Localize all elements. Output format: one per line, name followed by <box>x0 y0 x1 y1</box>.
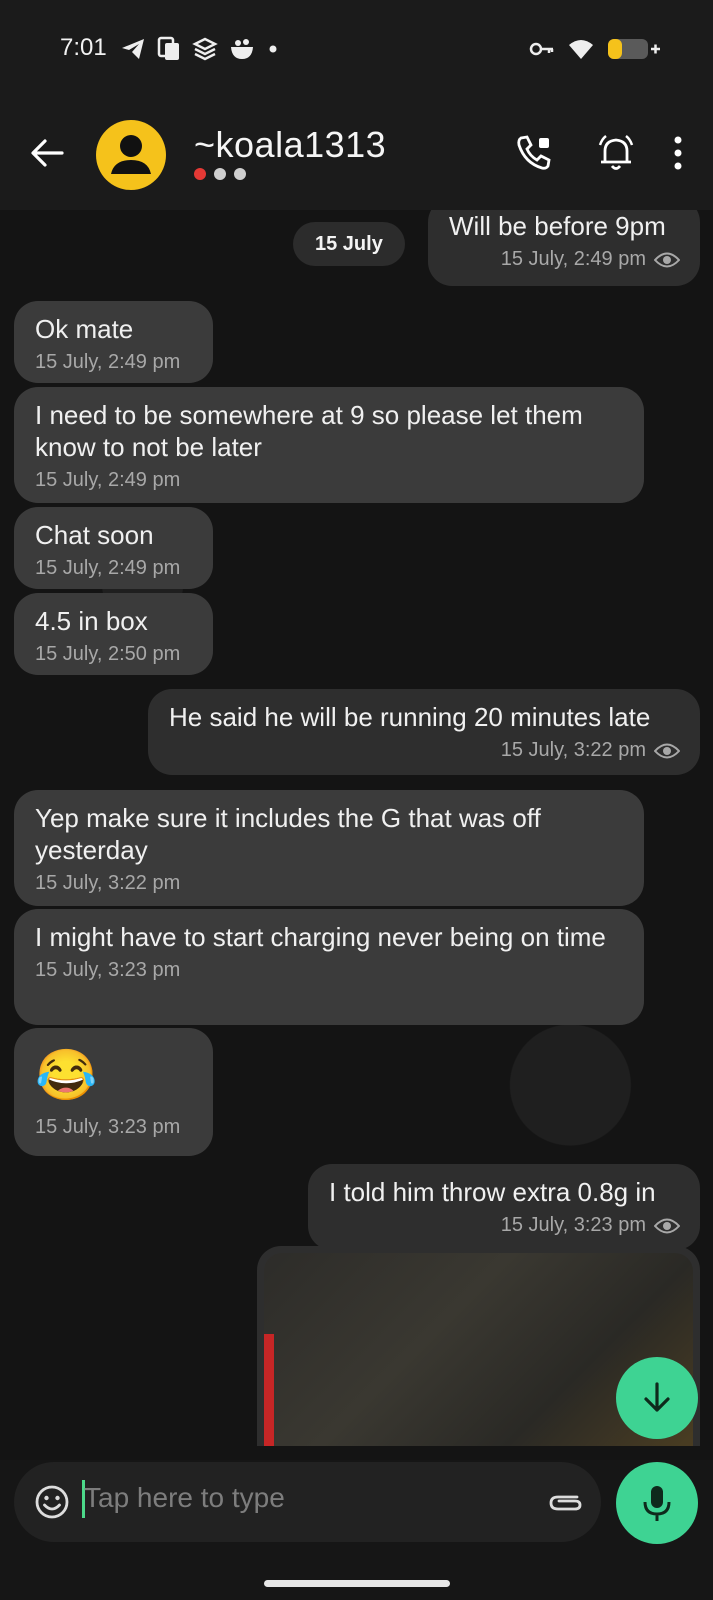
wifi-icon <box>569 40 593 59</box>
arrow-down-icon <box>644 1382 670 1412</box>
message-timestamp: 15 July, 2:49 pm <box>35 469 181 491</box>
attach-icon[interactable] <box>547 1488 585 1516</box>
message-text: Will be before 9pm <box>449 211 666 241</box>
seen-eye-icon <box>654 743 680 758</box>
message-bubble-incoming[interactable]: 4.5 in box 15 July, 2:50 pm <box>14 593 213 675</box>
message-bubble-incoming[interactable]: Ok mate 15 July, 2:49 pm <box>14 301 213 383</box>
message-text: He said he will be running 20 minutes la… <box>169 702 651 732</box>
message-list[interactable]: 15 July Will be before 9pm 15 July, 2:49… <box>0 210 713 1460</box>
message-timestamp: 15 July, 3:23 pm <box>500 1214 646 1236</box>
chat-header: ~koala1313 <box>0 100 713 210</box>
call-icon[interactable] <box>513 132 555 174</box>
microphone-icon <box>643 1486 671 1521</box>
message-timestamp: 15 July, 2:50 pm <box>35 643 181 665</box>
message-composer: Tap here to type <box>14 1462 601 1542</box>
status-left-icons <box>120 36 280 62</box>
presence-indicator <box>194 168 246 180</box>
message-bubble-outgoing[interactable]: He said he will be running 20 minutes la… <box>148 689 700 775</box>
cards-icon <box>157 36 179 60</box>
message-text: Yep make sure it includes the G that was… <box>35 803 541 865</box>
message-input[interactable]: Tap here to type <box>84 1482 285 1514</box>
seen-eye-icon <box>654 1218 680 1233</box>
message-text: 4.5 in box <box>35 606 148 636</box>
message-bubble-incoming[interactable]: Yep make sure it includes the G that was… <box>14 790 644 906</box>
message-bubble-outgoing[interactable]: Will be before 9pm 15 July, 2:49 pm <box>428 210 700 286</box>
message-meta: 15 July, 3:23 pm <box>329 1214 680 1237</box>
more-options-icon[interactable] <box>671 132 685 174</box>
message-text: Chat soon <box>35 520 154 550</box>
voice-record-button[interactable] <box>616 1462 698 1544</box>
message-bubble-incoming[interactable]: I might have to start charging never bei… <box>14 909 644 1025</box>
message-timestamp: 15 July, 3:23 pm <box>35 1116 181 1138</box>
emoji-icon[interactable] <box>34 1484 70 1520</box>
header-actions <box>513 132 713 174</box>
bowl-icon <box>231 39 253 59</box>
message-bubble-incoming[interactable]: I need to be somewhere at 9 so please le… <box>14 387 644 503</box>
message-timestamp: 15 July, 3:23 pm <box>35 959 181 981</box>
message-bubble-outgoing[interactable]: I told him throw extra 0.8g in 15 July, … <box>308 1164 700 1250</box>
status-bar: 7:01 <box>0 0 713 100</box>
message-bubble-incoming[interactable]: 😂 15 July, 3:23 pm <box>14 1028 213 1156</box>
message-text: I need to be somewhere at 9 so please le… <box>35 400 583 462</box>
message-timestamp: 15 July, 3:22 pm <box>500 739 646 761</box>
contact-name[interactable]: ~koala1313 <box>194 124 386 166</box>
dot-icon <box>269 45 277 53</box>
person-icon <box>111 135 151 174</box>
message-timestamp: 15 July, 2:49 pm <box>35 351 181 373</box>
message-timestamp: 15 July, 2:49 pm <box>500 248 646 270</box>
photo-red-object <box>264 1334 274 1446</box>
message-timestamp: 15 July, 3:22 pm <box>35 872 181 894</box>
emoji-message: 😂 <box>35 1047 98 1103</box>
message-text: I told him throw extra 0.8g in <box>329 1177 656 1207</box>
message-text: I might have to start charging never bei… <box>35 922 606 952</box>
stacked-icon <box>192 37 218 61</box>
key-icon <box>529 42 554 56</box>
back-arrow-icon[interactable] <box>30 138 64 168</box>
contact-avatar[interactable] <box>96 120 166 190</box>
message-text: Ok mate <box>35 314 134 344</box>
message-timestamp: 15 July, 2:49 pm <box>35 557 181 579</box>
status-time: 7:01 <box>60 34 107 61</box>
message-meta: 15 July, 3:22 pm <box>169 739 680 762</box>
seen-eye-icon <box>654 252 680 267</box>
message-bubble-incoming[interactable]: Chat soon 15 July, 2:49 pm <box>14 507 213 589</box>
telegram-icon <box>122 39 144 59</box>
scroll-to-bottom-button[interactable] <box>616 1357 698 1439</box>
navigation-handle[interactable] <box>264 1580 450 1587</box>
notification-bell-icon[interactable] <box>595 132 637 174</box>
message-meta: 15 July, 2:49 pm <box>449 248 680 271</box>
date-chip: 15 July <box>293 222 405 266</box>
battery-icon <box>608 39 660 59</box>
status-right-icons <box>529 36 661 62</box>
